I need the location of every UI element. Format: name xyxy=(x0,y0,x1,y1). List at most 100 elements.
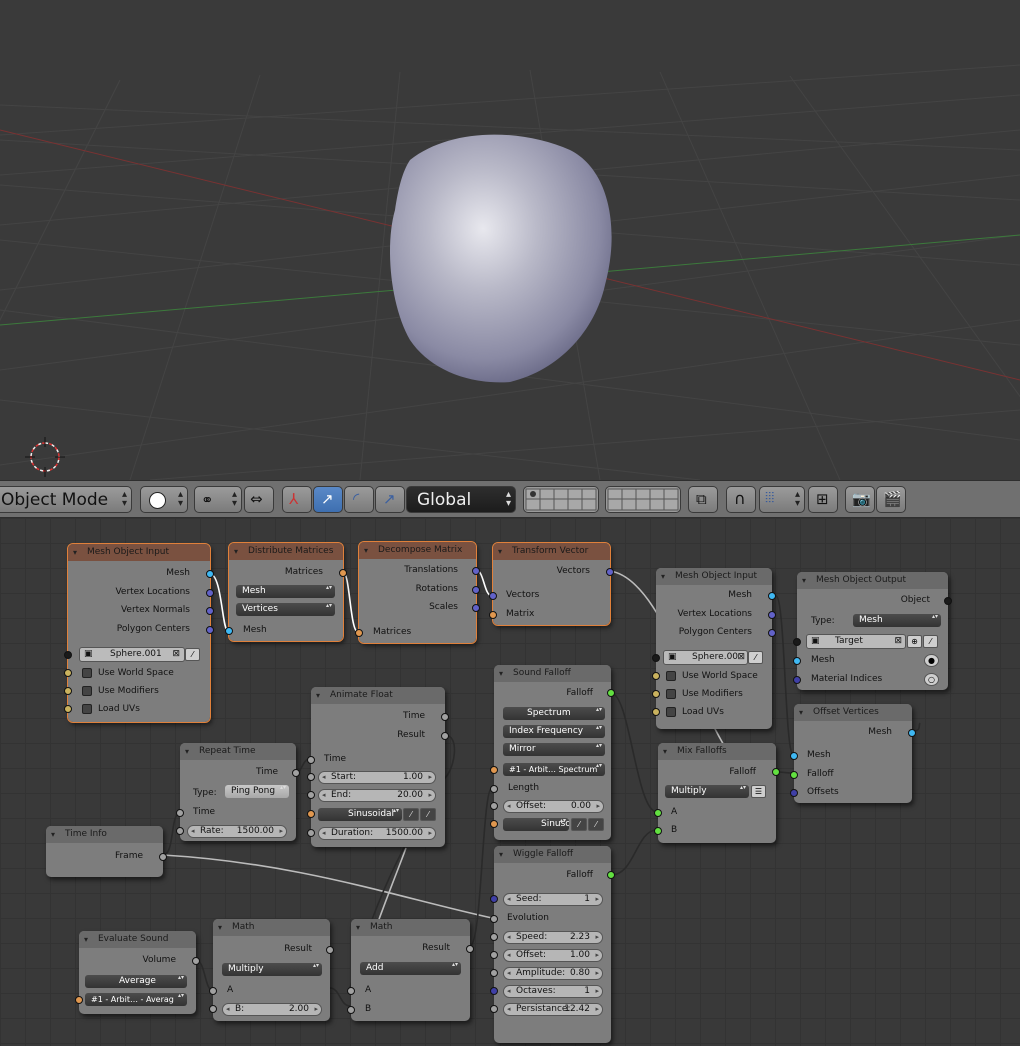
node-math-1[interactable]: Math Result Multiply A B: 2.00 xyxy=(209,919,334,1021)
input-socket-material-indices[interactable] xyxy=(793,676,801,684)
node-sound-falloff[interactable]: Sound Falloff Falloff Spectrum Index Fre… xyxy=(490,665,615,840)
start-field[interactable]: Start: 1.00 xyxy=(318,771,436,784)
node-header[interactable]: Distribute Matrices xyxy=(229,543,343,560)
persistance-field[interactable]: Persistance:12.42 xyxy=(503,1003,603,1016)
node-header[interactable]: Offset Vertices xyxy=(794,704,912,721)
node-offset-vertices[interactable]: Offset Vertices Mesh Mesh Falloff Offset… xyxy=(790,704,916,803)
socket-visibility-icon[interactable]: ● xyxy=(924,654,939,667)
input-socket-b[interactable] xyxy=(209,1005,217,1013)
output-socket-time[interactable] xyxy=(441,713,449,721)
input-socket-speed[interactable] xyxy=(490,933,498,941)
input-socket-a[interactable] xyxy=(209,987,217,995)
distribution-type-dropdown[interactable]: Vertices xyxy=(236,603,335,616)
node-evaluate-sound[interactable]: Evaluate Sound Volume Average #1 - Arbit… xyxy=(75,931,200,1014)
end-field[interactable]: End: 20.00 xyxy=(318,789,436,802)
input-socket-start[interactable] xyxy=(307,773,315,781)
socket-visibility-icon[interactable]: ○ xyxy=(924,673,939,686)
node-repeat-time[interactable]: Repeat Time Time Type: Ping Pong Time Ra… xyxy=(176,743,300,841)
output-socket-falloff[interactable] xyxy=(607,689,615,697)
layers-grid-1[interactable] xyxy=(523,486,599,513)
speed-field[interactable]: Speed: 2.23 xyxy=(503,931,603,944)
input-socket-object[interactable] xyxy=(652,654,660,662)
interpolation-dropdown[interactable]: Sinusoidal xyxy=(318,808,402,821)
output-socket-result[interactable] xyxy=(441,732,449,740)
output-socket-vertex-locations[interactable] xyxy=(768,611,776,619)
output-socket-scales[interactable] xyxy=(472,604,480,612)
curve-icon[interactable]: ⁄ xyxy=(588,818,604,831)
input-socket-time[interactable] xyxy=(307,756,315,764)
checkbox-use-world-space[interactable] xyxy=(666,671,676,681)
type-dropdown[interactable]: Mesh xyxy=(853,614,941,627)
input-socket-offset[interactable] xyxy=(490,802,498,810)
amplitude-field[interactable]: Amplitude:0.80 xyxy=(503,967,603,980)
node-mix-falloffs[interactable]: Mix Falloffs Falloff Multiply ☰ A B xyxy=(654,743,780,843)
node-header[interactable]: Mesh Object Input xyxy=(68,544,210,561)
input-socket-matrix[interactable] xyxy=(489,611,497,619)
input-socket-rate[interactable] xyxy=(176,827,184,835)
clear-icon[interactable]: ⊠ xyxy=(894,635,902,648)
input-socket-evolution[interactable] xyxy=(490,915,498,923)
node-math-2[interactable]: Math Result Add A B xyxy=(347,919,474,1021)
list-icon[interactable]: ☰ xyxy=(751,785,766,798)
curve-icon[interactable]: ⁄ xyxy=(403,808,419,821)
3d-viewport[interactable] xyxy=(0,0,1020,480)
node-time-info[interactable]: Time Info Frame xyxy=(46,826,167,877)
checkbox-load-uvs[interactable] xyxy=(82,704,92,714)
output-socket-frame[interactable] xyxy=(159,853,167,861)
input-socket-use-modifiers[interactable] xyxy=(652,690,660,698)
output-socket-mesh[interactable] xyxy=(908,729,916,737)
clear-icon[interactable]: ⊠ xyxy=(737,651,745,664)
output-socket-volume[interactable] xyxy=(192,957,200,965)
mode-selector[interactable]: Object Mode ▴ ▾ xyxy=(0,486,132,513)
object-field[interactable]: ▣ Sphere.001 ⊠ xyxy=(79,647,185,662)
input-socket-mesh[interactable] xyxy=(793,657,801,665)
node-header[interactable]: Transform Vector xyxy=(493,543,610,560)
node-header[interactable]: Math xyxy=(213,919,330,936)
input-socket-seed[interactable] xyxy=(490,895,498,903)
output-socket-matrices[interactable] xyxy=(339,569,347,577)
operation-dropdown[interactable]: Multiply xyxy=(222,963,322,976)
input-socket-time[interactable] xyxy=(176,809,184,817)
input-socket-duration[interactable] xyxy=(307,829,315,837)
node-header[interactable]: Animate Float xyxy=(311,687,445,704)
output-socket-time[interactable] xyxy=(292,769,300,777)
checkbox-use-modifiers[interactable] xyxy=(666,689,676,699)
node-header[interactable]: Repeat Time xyxy=(180,743,296,760)
output-socket-result[interactable] xyxy=(326,946,334,954)
input-socket-octaves[interactable] xyxy=(490,987,498,995)
node-header[interactable]: Evaluate Sound xyxy=(79,931,196,948)
translate-manipulator-button[interactable]: ↗ xyxy=(313,486,343,513)
node-header[interactable]: Decompose Matrix xyxy=(359,542,476,559)
render-animation-button[interactable]: 🎬 xyxy=(876,486,906,513)
node-mesh-object-input-1[interactable]: Mesh Object Input Mesh Vertex Locations … xyxy=(64,543,214,723)
b-field[interactable]: B: 2.00 xyxy=(222,1003,322,1016)
input-socket-interpolation[interactable] xyxy=(307,810,315,818)
input-socket-b[interactable] xyxy=(654,827,662,835)
output-socket-polygon-centers[interactable] xyxy=(768,629,776,637)
input-socket-use-world-space[interactable] xyxy=(652,672,660,680)
offset-field[interactable]: Offset: 0.00 xyxy=(503,800,604,813)
input-socket-mesh[interactable] xyxy=(225,627,233,635)
output-socket-falloff[interactable] xyxy=(607,871,615,879)
evaluation-mode-dropdown[interactable]: Average xyxy=(85,975,187,988)
octaves-field[interactable]: Octaves: 1 xyxy=(503,985,603,998)
input-socket-persistance[interactable] xyxy=(490,1005,498,1013)
render-image-button[interactable]: 📷 xyxy=(845,486,875,513)
eyedropper-icon[interactable]: ⁄ xyxy=(748,651,763,664)
transform-manipulator-toggle[interactable]: ⅄ xyxy=(282,486,312,513)
pivot-point-selector[interactable]: ⚭ ▴ ▾ xyxy=(194,486,242,513)
output-socket-object[interactable] xyxy=(944,597,952,605)
falloff-type-dropdown[interactable]: Spectrum xyxy=(503,707,605,720)
output-socket-polygon-centers[interactable] xyxy=(206,626,214,634)
output-socket-mesh[interactable] xyxy=(768,592,776,600)
object-field[interactable]: ▣ Sphere.00 ⊠ xyxy=(663,650,748,665)
node-distribute-matrices[interactable]: Distribute Matrices Matrices Mesh Vertic… xyxy=(225,542,347,642)
output-socket-rotations[interactable] xyxy=(472,586,480,594)
output-socket-vectors[interactable] xyxy=(606,568,614,576)
output-socket-vertex-normals[interactable] xyxy=(206,607,214,615)
node-header[interactable]: Math xyxy=(351,919,470,936)
node-header[interactable]: Time Info xyxy=(46,826,163,843)
node-animate-float[interactable]: Animate Float Time Result Time Start: 1.0… xyxy=(307,687,449,847)
index-frequency-dropdown[interactable]: Index Frequency xyxy=(503,725,605,738)
eyedropper-icon[interactable]: ⁄ xyxy=(923,635,938,648)
